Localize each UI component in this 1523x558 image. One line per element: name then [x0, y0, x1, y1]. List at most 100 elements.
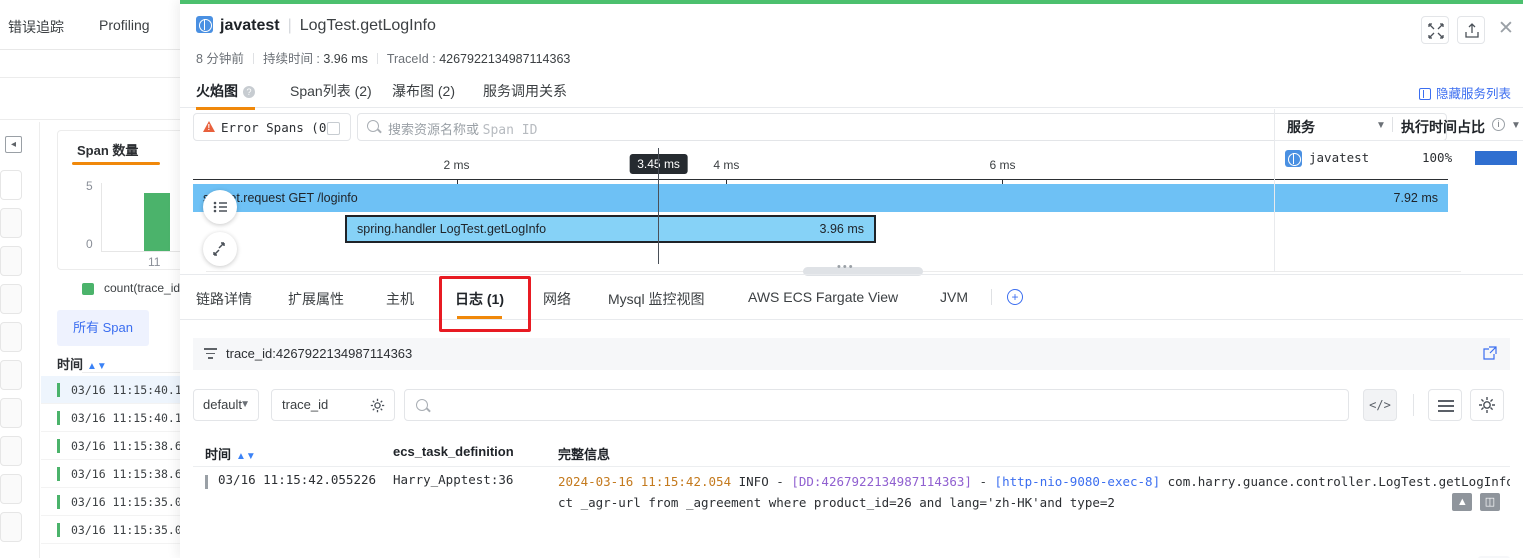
ruler-baseline: [193, 178, 1448, 180]
code-view-button[interactable]: </>: [1363, 389, 1397, 421]
info-icon[interactable]: i: [1492, 118, 1505, 131]
service-list-row[interactable]: javatest 100%: [1275, 141, 1523, 175]
list-item[interactable]: 03/16 11:15:35.04: [41, 516, 185, 544]
tab-span-list[interactable]: Span列表 (2): [290, 81, 372, 101]
sort-icon[interactable]: ▲▼: [236, 451, 256, 462]
rail-chip[interactable]: [0, 512, 22, 542]
panel-tabs: 火焰图? Span列表 (2) 瀑布图 (2) 服务调用关系 隐藏服务列表: [180, 76, 1523, 110]
subtab-extended-attrs[interactable]: 扩展属性: [288, 289, 344, 309]
line-height-icon[interactable]: [1428, 389, 1462, 421]
segment-all-span[interactable]: 所有 Span: [57, 310, 149, 346]
timeline-playhead: [658, 148, 659, 264]
log-search-input[interactable]: [404, 389, 1349, 421]
flame-span-child[interactable]: spring.handler LogTest.getLogInfo 3.96 m…: [345, 215, 876, 243]
subtab-mysql-view[interactable]: Mysql 监控视图: [608, 289, 704, 309]
help-icon[interactable]: ?: [243, 86, 255, 98]
subtab-host[interactable]: 主机: [386, 289, 414, 309]
list-item[interactable]: 03/16 11:15:38.60: [41, 432, 185, 460]
rail-chip[interactable]: [0, 170, 22, 200]
list-item[interactable]: 03/16 11:15:40.11: [41, 404, 185, 432]
chevron-down-icon[interactable]: ▼: [1376, 120, 1386, 131]
open-external-icon[interactable]: [1483, 346, 1497, 360]
ruler-tick-label: 2 ms: [443, 158, 470, 172]
share-upload-icon[interactable]: [1457, 16, 1485, 44]
background-segmented-control: 所有 Span 服务: [57, 310, 185, 346]
span-search-placeholder: 搜索资源名称或 Span ID: [388, 119, 537, 138]
panel-service-name: javatest: [220, 17, 280, 34]
log-col-full-message[interactable]: 完整信息: [558, 444, 610, 463]
panel-duration-label: 持续时间: [262, 52, 313, 66]
rail-chip[interactable]: [0, 436, 22, 466]
timeline-ruler[interactable]: 2 ms 4 ms 6 ms 3.45 ms: [193, 148, 1448, 185]
nav-item-error-tracking[interactable]: 错误追踪: [8, 17, 64, 37]
sort-icon[interactable]: ▲▼: [87, 361, 107, 372]
table-row[interactable]: 03/16 11:15:42.055226 Harry_Apptest:36 2…: [193, 467, 1510, 515]
flame-span-root[interactable]: servlet.request GET /loginfo 7.92 ms: [193, 184, 1448, 212]
tab-service-map[interactable]: 服务调用关系: [483, 81, 567, 101]
flamegraph[interactable]: servlet.request GET /loginfo 7.92 ms spr…: [193, 148, 1461, 276]
status-tick: [57, 383, 60, 397]
error-spans-checkbox[interactable]: [327, 122, 340, 135]
hide-service-list-button[interactable]: 隐藏服务列表: [1418, 83, 1511, 102]
collapse-arrows-icon[interactable]: [1421, 16, 1449, 44]
background-table-header-time-label: 时间: [57, 357, 84, 372]
log-field-chip[interactable]: trace_id: [271, 389, 395, 421]
background-table-header-time[interactable]: 时间 ▲▼: [57, 354, 107, 373]
list-item[interactable]: 03/16 11:15:35.04: [41, 488, 185, 516]
tab-flamegraph-label: 火焰图: [196, 83, 238, 99]
chart-x-label: 11: [148, 255, 161, 269]
panel-traceid-value: 4267922134987114363: [439, 52, 571, 66]
rail-chip[interactable]: [0, 398, 22, 428]
subtab-network[interactable]: 网络: [543, 289, 571, 309]
rail-chip[interactable]: [0, 474, 22, 504]
list-item[interactable]: 03/16 11:15:40.11: [41, 376, 185, 404]
panel-traceid-label: TraceId: [386, 52, 429, 66]
chevron-down-icon[interactable]: ▼: [1511, 120, 1521, 131]
hide-service-list-label: 隐藏服务列表: [1435, 87, 1511, 101]
panel-relative-time: 8 分钟前: [196, 52, 244, 66]
tab-waterfall[interactable]: 瀑布图 (2): [392, 81, 455, 101]
rail-chip[interactable]: [0, 208, 22, 238]
log-msg2-b: _agr-url from: [580, 495, 679, 510]
warning-icon: [203, 121, 215, 132]
copy-icon[interactable]: ◫: [1480, 493, 1500, 511]
ruler-tick-label: 6 ms: [989, 158, 1016, 172]
subtab-trace-detail[interactable]: 链路详情: [196, 289, 252, 309]
span-count-card: Span 数量 请求 5 0 11 count(trace_id){s: [57, 130, 185, 295]
rail-chip[interactable]: [0, 322, 22, 352]
card-tab-span-count[interactable]: Span 数量: [71, 140, 161, 165]
search-icon: [367, 120, 379, 132]
search-icon: [416, 399, 428, 411]
tab-flamegraph[interactable]: 火焰图?: [196, 81, 255, 110]
subtab-aws-ecs-fargate-view[interactable]: AWS ECS Fargate View: [748, 289, 898, 305]
collapse-left-icon[interactable]: ◂: [5, 136, 22, 153]
list-item[interactable]: 03/16 11:15:38.60: [41, 460, 185, 488]
add-tab-icon[interactable]: +: [1007, 289, 1023, 305]
trace-id-filter-bar[interactable]: trace_id:4267922134987114363: [193, 338, 1510, 370]
log-row-ecs-task-definition: Harry_Apptest:36: [393, 472, 514, 487]
log-col-ecs-task-definition[interactable]: ecs_task_definition: [393, 444, 514, 459]
list-item-time: 03/16 11:15:40.11: [71, 411, 185, 425]
zoom-fit-icon[interactable]: [203, 232, 237, 266]
error-spans-filter[interactable]: Error Spans (0): [193, 113, 351, 141]
log-index-select[interactable]: default ▼: [193, 389, 259, 421]
log-col-time[interactable]: 时间 ▲▼: [205, 444, 256, 463]
filter-icon: [204, 348, 217, 359]
chevron-up-icon[interactable]: ▲: [1452, 493, 1473, 511]
gear-icon[interactable]: [370, 398, 385, 416]
service-list-panel: 服务 ▼ 执行时间占比 i ▼ javatest 100%: [1274, 109, 1523, 272]
nav-item-profiling[interactable]: Profiling: [99, 17, 150, 33]
service-list-header: 服务 ▼ 执行时间占比 i ▼: [1275, 109, 1523, 141]
close-icon[interactable]: ✕: [1493, 16, 1519, 42]
subtab-jvm[interactable]: JVM: [940, 289, 968, 305]
rail-chip[interactable]: [0, 360, 22, 390]
rail-chip[interactable]: [0, 246, 22, 276]
span-list-icon[interactable]: [203, 190, 237, 224]
chevron-down-icon: ▼: [240, 399, 250, 410]
log-msg-dd-tag: [DD:4267922134987114363]: [791, 474, 972, 489]
rail-chip[interactable]: [0, 284, 22, 314]
detail-subtabs: 链路详情 扩展属性 主机 日志 (1) 网络 Mysql 监控视图 AWS EC…: [180, 274, 1523, 558]
service-column-label: 服务: [1287, 119, 1315, 135]
trace-detail-panel: javatest | LogTest.getLogInfo ✕ 8 分钟前 持续时间 …: [180, 0, 1523, 558]
log-settings-gear-icon[interactable]: [1470, 389, 1504, 421]
